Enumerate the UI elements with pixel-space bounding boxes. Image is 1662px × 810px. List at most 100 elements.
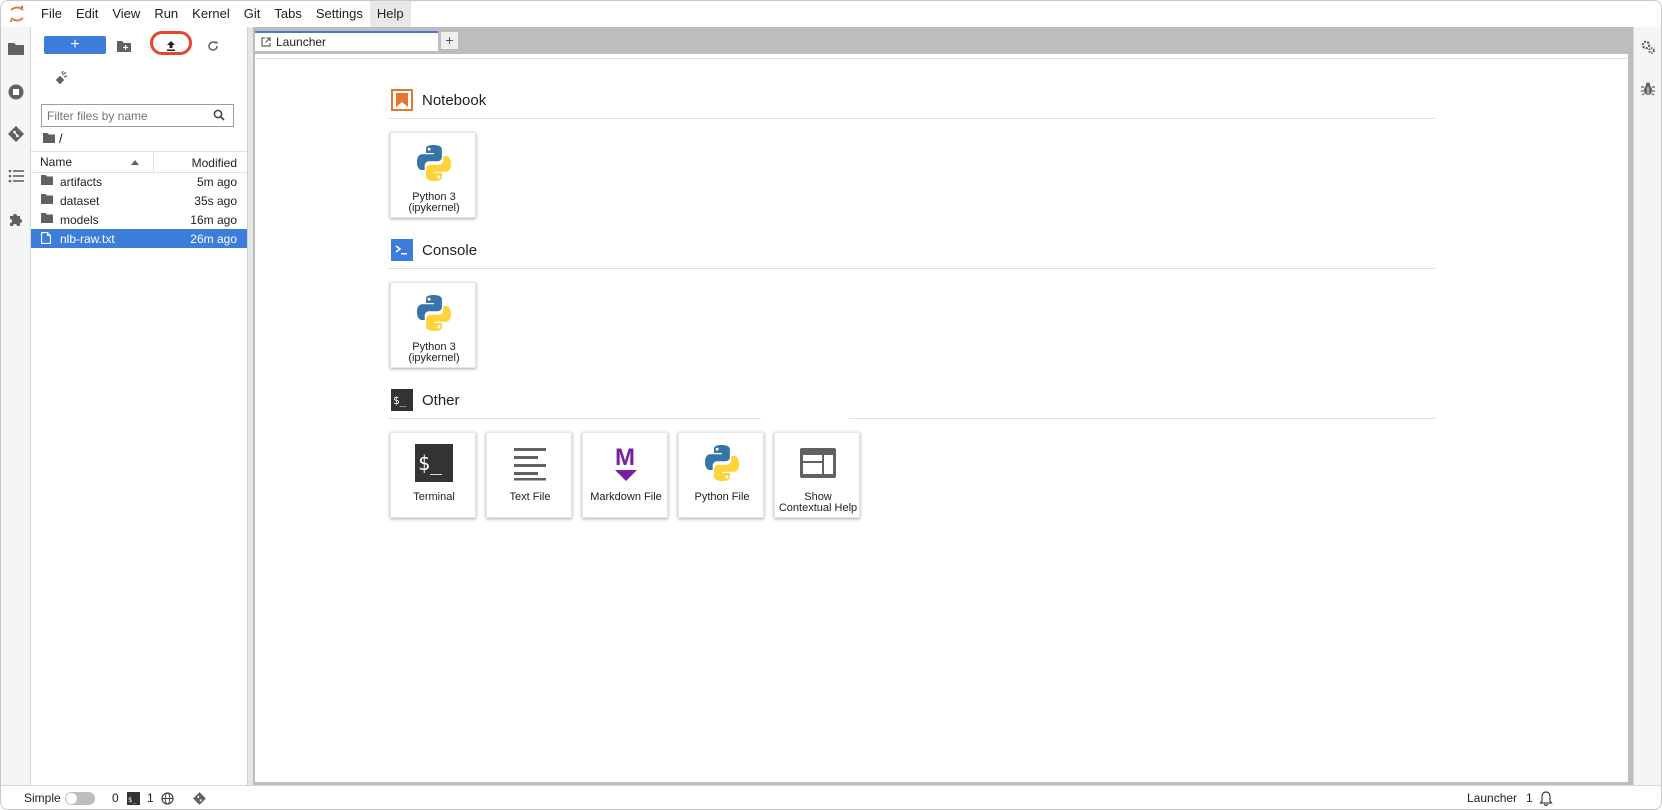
launcher-card-notebook-python3[interactable]: Python 3 (ipykernel) (390, 132, 476, 218)
property-inspector-gears-icon[interactable] (1638, 37, 1658, 57)
launcher-card-python-file[interactable]: Python File (678, 432, 764, 518)
svg-text:$_: $_ (418, 451, 443, 475)
folder-icon (41, 213, 53, 223)
file-name: models (60, 213, 99, 227)
file-row-models[interactable]: models 16m ago (31, 210, 247, 229)
file-name: dataset (60, 194, 100, 208)
console-section-icon (391, 239, 413, 261)
active-item-label: Launcher (1467, 791, 1518, 805)
git-clone-icon[interactable] (53, 71, 69, 87)
kernels-count: 0 (112, 791, 119, 805)
section-title-other: Other (422, 392, 460, 409)
new-folder-button[interactable] (114, 36, 134, 56)
file-modified: 5m ago (196, 175, 237, 189)
tab-launcher[interactable]: Launcher (255, 31, 438, 51)
left-sidebar (1, 27, 31, 785)
stop-circle-icon[interactable] (6, 82, 26, 102)
markdown-icon: M (604, 441, 648, 485)
right-sidebar (1633, 27, 1661, 785)
launcher-card-markdown-file[interactable]: M Markdown File (582, 432, 668, 518)
file-list-header: Name Modified (31, 151, 247, 173)
menu-view[interactable]: View (105, 1, 147, 27)
launcher-card-terminal[interactable]: $_ Terminal (390, 432, 476, 518)
column-divider[interactable] (153, 152, 154, 172)
folder-icon[interactable] (6, 38, 26, 58)
filter-files-input[interactable] (47, 107, 207, 124)
card-label: Python 3 (ipykernel) (408, 341, 460, 364)
section-divider (849, 418, 1435, 419)
menu-tabs[interactable]: Tabs (267, 1, 308, 27)
divider (255, 58, 1628, 59)
notifications-count: 1 (1526, 791, 1533, 805)
file-browser: + / Name Modified (31, 27, 247, 785)
notebook-section-icon (391, 89, 413, 111)
contextual-help-icon (796, 441, 840, 485)
launcher-card-console-python3[interactable]: Python 3 (ipykernel) (390, 282, 476, 368)
python-icon (412, 141, 456, 185)
card-label: Python File (694, 491, 750, 503)
file-name: nlb-raw.txt (60, 232, 115, 246)
file-row-artifacts[interactable]: artifacts 5m ago (31, 172, 247, 191)
menu-kernel[interactable]: Kernel (185, 1, 237, 27)
tab-label: Launcher (276, 35, 327, 49)
card-label: Show Contextual Help (778, 491, 858, 514)
terminal-icon: $_ (412, 441, 456, 485)
card-label: Markdown File (590, 491, 662, 503)
text-file-icon (41, 232, 51, 244)
section-divider (388, 268, 1435, 269)
new-launcher-button[interactable]: + (44, 36, 106, 54)
toggle-knob (66, 793, 77, 804)
menu-edit[interactable]: Edit (69, 1, 105, 27)
upload-button[interactable] (161, 36, 181, 56)
refresh-icon (208, 41, 218, 51)
debugger-bug-icon[interactable] (1638, 79, 1658, 99)
section-title-notebook: Notebook (422, 92, 487, 109)
launcher-card-text-file[interactable]: Text File (486, 432, 572, 518)
simple-mode-label: Simple (24, 791, 61, 805)
file-name: artifacts (60, 175, 103, 189)
svg-text:M: M (615, 444, 635, 471)
extension-icon[interactable] (6, 209, 26, 229)
other-section-icon: $_ (391, 389, 413, 411)
menu-git[interactable]: Git (237, 1, 268, 27)
file-row-nlb-raw-txt[interactable]: nlb-raw.txt 26m ago (31, 229, 247, 248)
home-folder-icon[interactable] (43, 133, 55, 143)
name-column-header[interactable]: Name (40, 155, 72, 169)
menu-help[interactable]: Help (369, 1, 411, 27)
card-label: Text File (509, 491, 551, 503)
section-divider (388, 118, 1435, 119)
notification-bell-icon[interactable] (1539, 791, 1553, 806)
launcher-panel: Notebook Python 3 (ipykernel) Console Py… (255, 54, 1628, 782)
filter-files-field[interactable] (41, 104, 234, 127)
text-file-icon (508, 441, 552, 485)
table-of-contents-icon[interactable] (6, 166, 26, 186)
card-label: Python 3 (ipykernel) (408, 191, 460, 214)
svg-text:$_: $_ (393, 394, 407, 407)
git-status-icon[interactable] (193, 792, 206, 805)
modified-column-header[interactable]: Modified (192, 156, 237, 170)
menu-file[interactable]: File (34, 1, 69, 27)
simple-mode-toggle[interactable] (65, 792, 95, 805)
breadcrumb-root[interactable]: / (59, 131, 63, 146)
add-tab-button[interactable]: + (440, 31, 459, 50)
card-label: Terminal (413, 491, 455, 503)
menu-run[interactable]: Run (147, 1, 185, 27)
svg-text:$_: $_ (128, 796, 137, 804)
folder-icon (41, 194, 53, 204)
language-globe-icon[interactable] (161, 792, 174, 805)
launcher-card-contextual-help[interactable]: Show Contextual Help (774, 432, 860, 518)
git-icon[interactable] (6, 124, 26, 144)
file-modified: 35s ago (194, 194, 237, 208)
terminal-status-icon[interactable]: $_ (127, 792, 140, 805)
file-row-dataset[interactable]: dataset 35s ago (31, 191, 247, 210)
breadcrumb: / (43, 130, 63, 146)
menu-settings[interactable]: Settings (309, 1, 370, 27)
status-bar: Simple 0 $_ 1 Launcher 1 (1, 785, 1661, 809)
menu-bar: File Edit View Run Kernel Git Tabs Setti… (1, 1, 1661, 28)
folder-icon (41, 175, 53, 185)
file-modified: 26m ago (190, 232, 237, 246)
search-icon (213, 109, 225, 121)
sort-ascending-icon (131, 160, 139, 165)
upload-icon (167, 41, 175, 51)
refresh-button[interactable] (203, 36, 223, 56)
